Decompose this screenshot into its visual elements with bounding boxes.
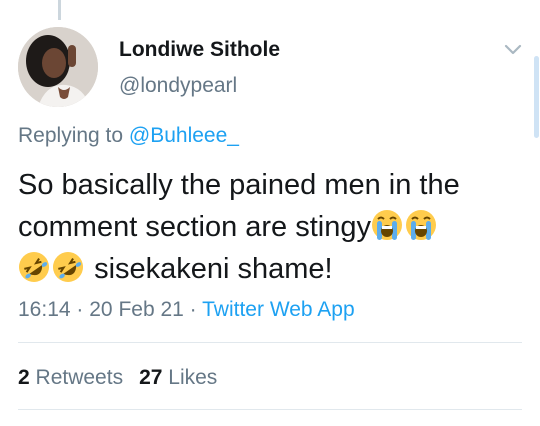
loudly-crying-face-icon xyxy=(371,209,403,241)
likes-label: Likes xyxy=(168,366,218,389)
tweet-date[interactable]: 20 Feb 21 xyxy=(89,298,184,321)
tweet-stats: 2 Retweets 27 Likes xyxy=(18,366,217,390)
tweet-source[interactable]: Twitter Web App xyxy=(202,298,355,321)
retweets-stat[interactable]: 2 Retweets xyxy=(18,366,123,389)
tweet-text-line: So basically the pained men in the xyxy=(18,169,460,201)
chevron-down-icon[interactable] xyxy=(500,38,526,60)
retweets-count: 2 xyxy=(18,366,30,389)
replying-to-label: Replying to xyxy=(18,124,124,147)
display-name[interactable]: Londiwe Sithole xyxy=(119,38,280,62)
divider xyxy=(18,409,522,410)
avatar[interactable] xyxy=(18,27,98,107)
tweet-meta: 16:14 · 20 Feb 21 · Twitter Web App xyxy=(18,298,355,322)
thread-line xyxy=(58,0,61,20)
meta-separator: · xyxy=(189,298,197,321)
replying-to-link[interactable]: @Buhleee_ xyxy=(129,124,239,147)
retweets-label: Retweets xyxy=(35,366,124,389)
scrollbar[interactable] xyxy=(534,56,539,138)
likes-stat[interactable]: 27 Likes xyxy=(139,366,217,389)
handle[interactable]: @londypearl xyxy=(119,74,237,98)
loudly-crying-face-icon xyxy=(405,209,437,241)
tweet-time[interactable]: 16:14 xyxy=(18,298,71,321)
tweet-text-line: sisekakeni shame! xyxy=(18,248,523,290)
tweet-text: So basically the pained men in the comme… xyxy=(18,164,523,290)
avatar-image xyxy=(18,27,98,107)
rolling-on-floor-laughing-icon xyxy=(18,251,50,283)
replying-to: Replying to @Buhleee_ xyxy=(18,124,239,148)
meta-separator: · xyxy=(76,298,84,321)
likes-count: 27 xyxy=(139,366,163,389)
tweet-text-line: comment section are stingy xyxy=(18,206,523,248)
tweet-text-segment: comment section are stingy xyxy=(18,211,371,243)
rolling-on-floor-laughing-icon xyxy=(52,251,84,283)
divider xyxy=(18,342,522,343)
tweet-text-segment: sisekakeni shame! xyxy=(94,253,333,285)
